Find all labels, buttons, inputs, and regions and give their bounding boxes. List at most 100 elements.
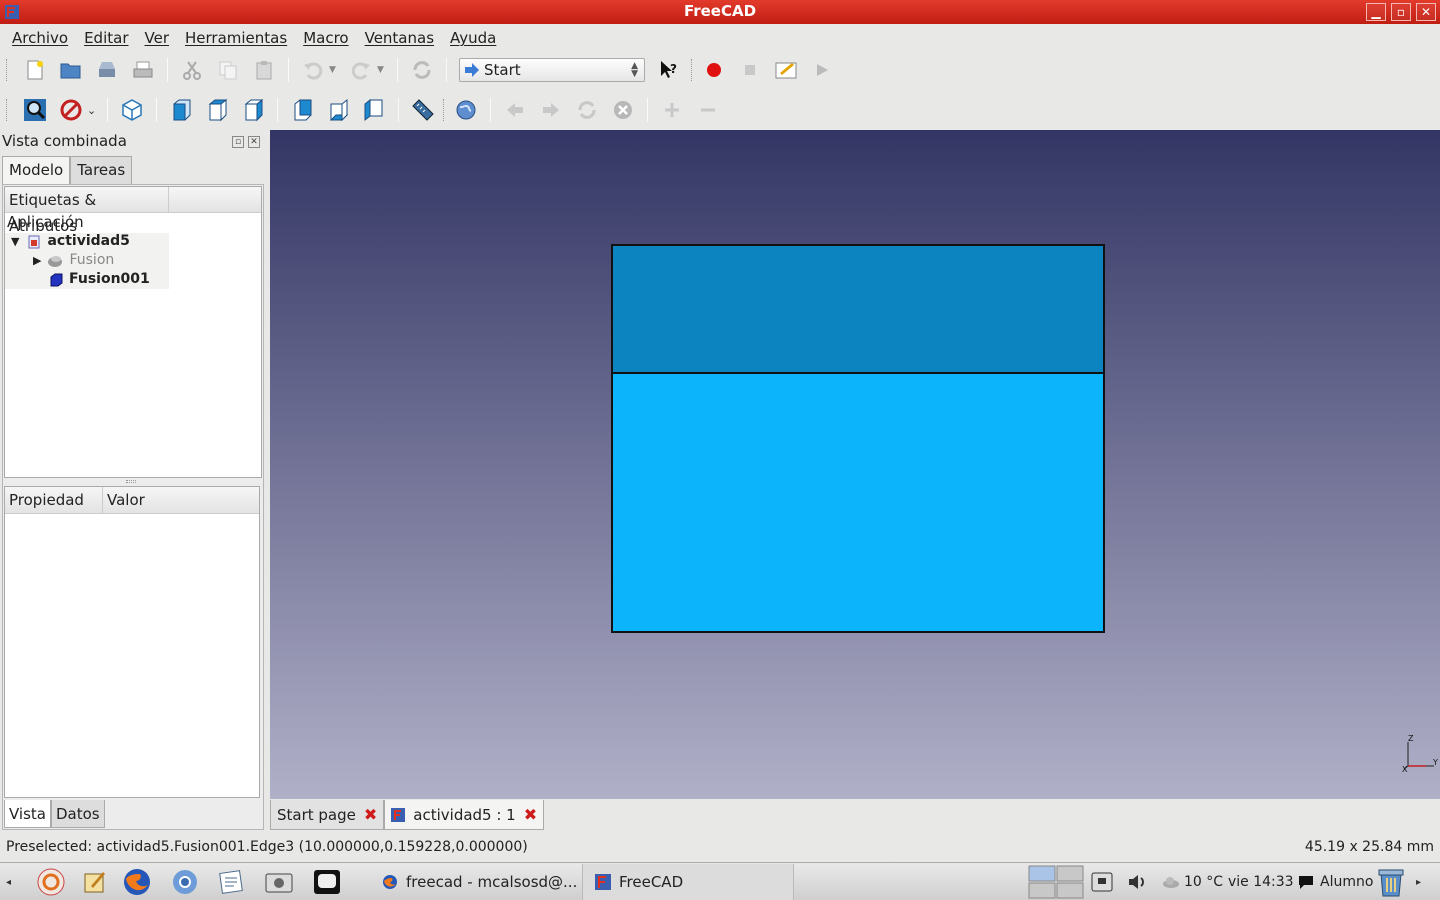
expanded-arrow-icon[interactable]: ▼ [11, 232, 19, 251]
document-icon [28, 235, 40, 248]
toolbar-grip[interactable] [6, 59, 9, 81]
freecad-doc-icon [391, 807, 406, 822]
paste-icon[interactable] [250, 56, 278, 84]
edit-macro-icon[interactable] [772, 56, 800, 84]
tree-item-fusion001[interactable]: Fusion001 [49, 270, 150, 289]
menu-macro[interactable]: Macro [295, 29, 356, 47]
tab-datos[interactable]: Datos [51, 800, 105, 828]
menu-editar[interactable]: Editar [76, 29, 136, 47]
redo-dropdown-icon[interactable]: ▼ [377, 65, 387, 75]
tab-start-page[interactable]: Start page ✖ [270, 800, 385, 830]
close-tab-icon[interactable]: ✖ [364, 805, 377, 824]
panel-splitter[interactable] [126, 480, 136, 483]
draw-style-dropdown-icon[interactable]: ⌄ [87, 104, 97, 117]
workbench-selector[interactable]: Start ▲ ▼ [459, 58, 645, 82]
task-freecad[interactable]: FreeCAD [582, 864, 794, 900]
tab-actividad5[interactable]: actividad5 : 1 ✖ [384, 800, 545, 830]
taskbar-scroll-right-icon[interactable]: ▸ [1416, 865, 1421, 899]
workspace-switcher[interactable] [1028, 865, 1084, 899]
tab-modelo[interactable]: Modelo [2, 156, 71, 185]
maximize-button[interactable]: ▫ [1391, 3, 1411, 21]
chromium-icon[interactable] [168, 865, 202, 899]
run-macro-icon[interactable] [808, 56, 836, 84]
record-macro-icon[interactable] [700, 56, 728, 84]
property-tabs: Vista Datos [4, 800, 105, 828]
user-menu[interactable]: Alumno [1298, 865, 1373, 899]
zoom-out-icon[interactable] [694, 96, 722, 124]
status-bar: Preselected: actividad5.Fusion001.Edge3 … [0, 834, 1440, 862]
whats-this-help-icon[interactable]: ? [655, 56, 683, 84]
tree-item-fusion[interactable]: ▶ Fusion [33, 251, 114, 270]
open-folder-icon[interactable] [57, 56, 85, 84]
notes-app-icon[interactable] [78, 865, 112, 899]
3d-viewport[interactable]: Z X Y [270, 130, 1440, 799]
fusion001-label: Fusion001 [69, 271, 150, 287]
app-menu-icon[interactable] [34, 865, 68, 899]
draw-style-icon[interactable] [57, 96, 85, 124]
stop-loading-icon[interactable] [609, 96, 637, 124]
menu-ver[interactable]: Ver [137, 29, 178, 47]
weather-widget[interactable]: 10 °C [1162, 865, 1223, 899]
right-view-icon[interactable] [239, 96, 267, 124]
reload-icon[interactable] [573, 96, 601, 124]
taskbar-scroll-left-icon[interactable]: ◂ [6, 865, 11, 899]
stop-macro-icon[interactable] [736, 56, 764, 84]
collapsed-arrow-icon[interactable]: ▶ [33, 251, 41, 270]
firefox-small-icon [383, 875, 397, 889]
undo-dropdown-icon[interactable]: ▼ [329, 65, 339, 75]
close-panel-icon[interactable]: ✕ [248, 136, 260, 148]
rear-view-icon[interactable] [288, 96, 316, 124]
menu-herramientas[interactable]: Herramientas [177, 29, 295, 47]
clock[interactable]: vie 14:33 [1228, 865, 1294, 899]
tray-device-icon[interactable] [1090, 865, 1114, 899]
firefox-icon[interactable] [120, 865, 154, 899]
undo-icon[interactable] [299, 56, 327, 84]
tree-item-document[interactable]: ▼ actividad5 [11, 232, 130, 251]
screenshot-tool-icon[interactable] [262, 865, 296, 899]
redo-icon[interactable] [347, 56, 375, 84]
start-page-label: Start page [277, 805, 356, 824]
property-column-header[interactable]: Propiedad [5, 487, 103, 513]
float-panel-icon[interactable]: ▫ [232, 136, 244, 148]
left-view-icon[interactable] [360, 96, 388, 124]
box-front-face[interactable] [611, 372, 1105, 633]
bottom-view-icon[interactable] [324, 96, 352, 124]
menu-bar: Archivo Editar Ver Herramientas Macro Ve… [0, 24, 1440, 52]
new-document-icon[interactable] [21, 56, 49, 84]
cut-icon[interactable] [178, 56, 206, 84]
print-icon[interactable] [129, 56, 157, 84]
trash-icon[interactable] [1376, 865, 1406, 899]
chevron-updown-icon: ▲ ▼ [631, 61, 638, 79]
box-top-face[interactable] [611, 244, 1105, 374]
zoom-in-icon[interactable] [658, 96, 686, 124]
tab-vista[interactable]: Vista [4, 800, 51, 828]
toolbar-grip[interactable] [6, 99, 9, 121]
document-label: actividad5 [47, 233, 130, 249]
value-column-header[interactable]: Valor [103, 487, 149, 513]
forward-icon[interactable] [537, 96, 565, 124]
back-icon[interactable] [501, 96, 529, 124]
save-icon[interactable] [93, 56, 121, 84]
close-tab-icon[interactable]: ✖ [524, 805, 537, 824]
menu-ventanas[interactable]: Ventanas [357, 29, 442, 47]
view-toolbar: ⌄ [0, 90, 1440, 130]
axis-y-label: Y [1432, 758, 1438, 767]
volume-icon[interactable] [1126, 865, 1148, 899]
status-message: Preselected: actividad5.Fusion001.Edge3 … [6, 839, 528, 855]
menu-archivo[interactable]: Archivo [4, 29, 76, 47]
fit-all-icon[interactable] [21, 96, 49, 124]
measure-distance-icon[interactable] [409, 96, 437, 124]
minimize-button[interactable]: ▁ [1366, 3, 1386, 21]
tab-tareas[interactable]: Tareas [70, 156, 133, 184]
menu-ayuda[interactable]: Ayuda [442, 29, 504, 47]
close-window-button[interactable]: ✕ [1416, 3, 1436, 21]
isometric-view-icon[interactable] [118, 96, 146, 124]
terminal-icon[interactable] [310, 865, 344, 899]
top-view-icon[interactable] [203, 96, 231, 124]
copy-icon[interactable] [214, 56, 242, 84]
front-view-icon[interactable] [167, 96, 195, 124]
refresh-icon[interactable] [408, 56, 436, 84]
web-browser-icon[interactable] [452, 96, 480, 124]
task-firefox[interactable]: freecad - mcalsosd@... [370, 864, 580, 900]
text-editor-icon[interactable] [214, 865, 248, 899]
